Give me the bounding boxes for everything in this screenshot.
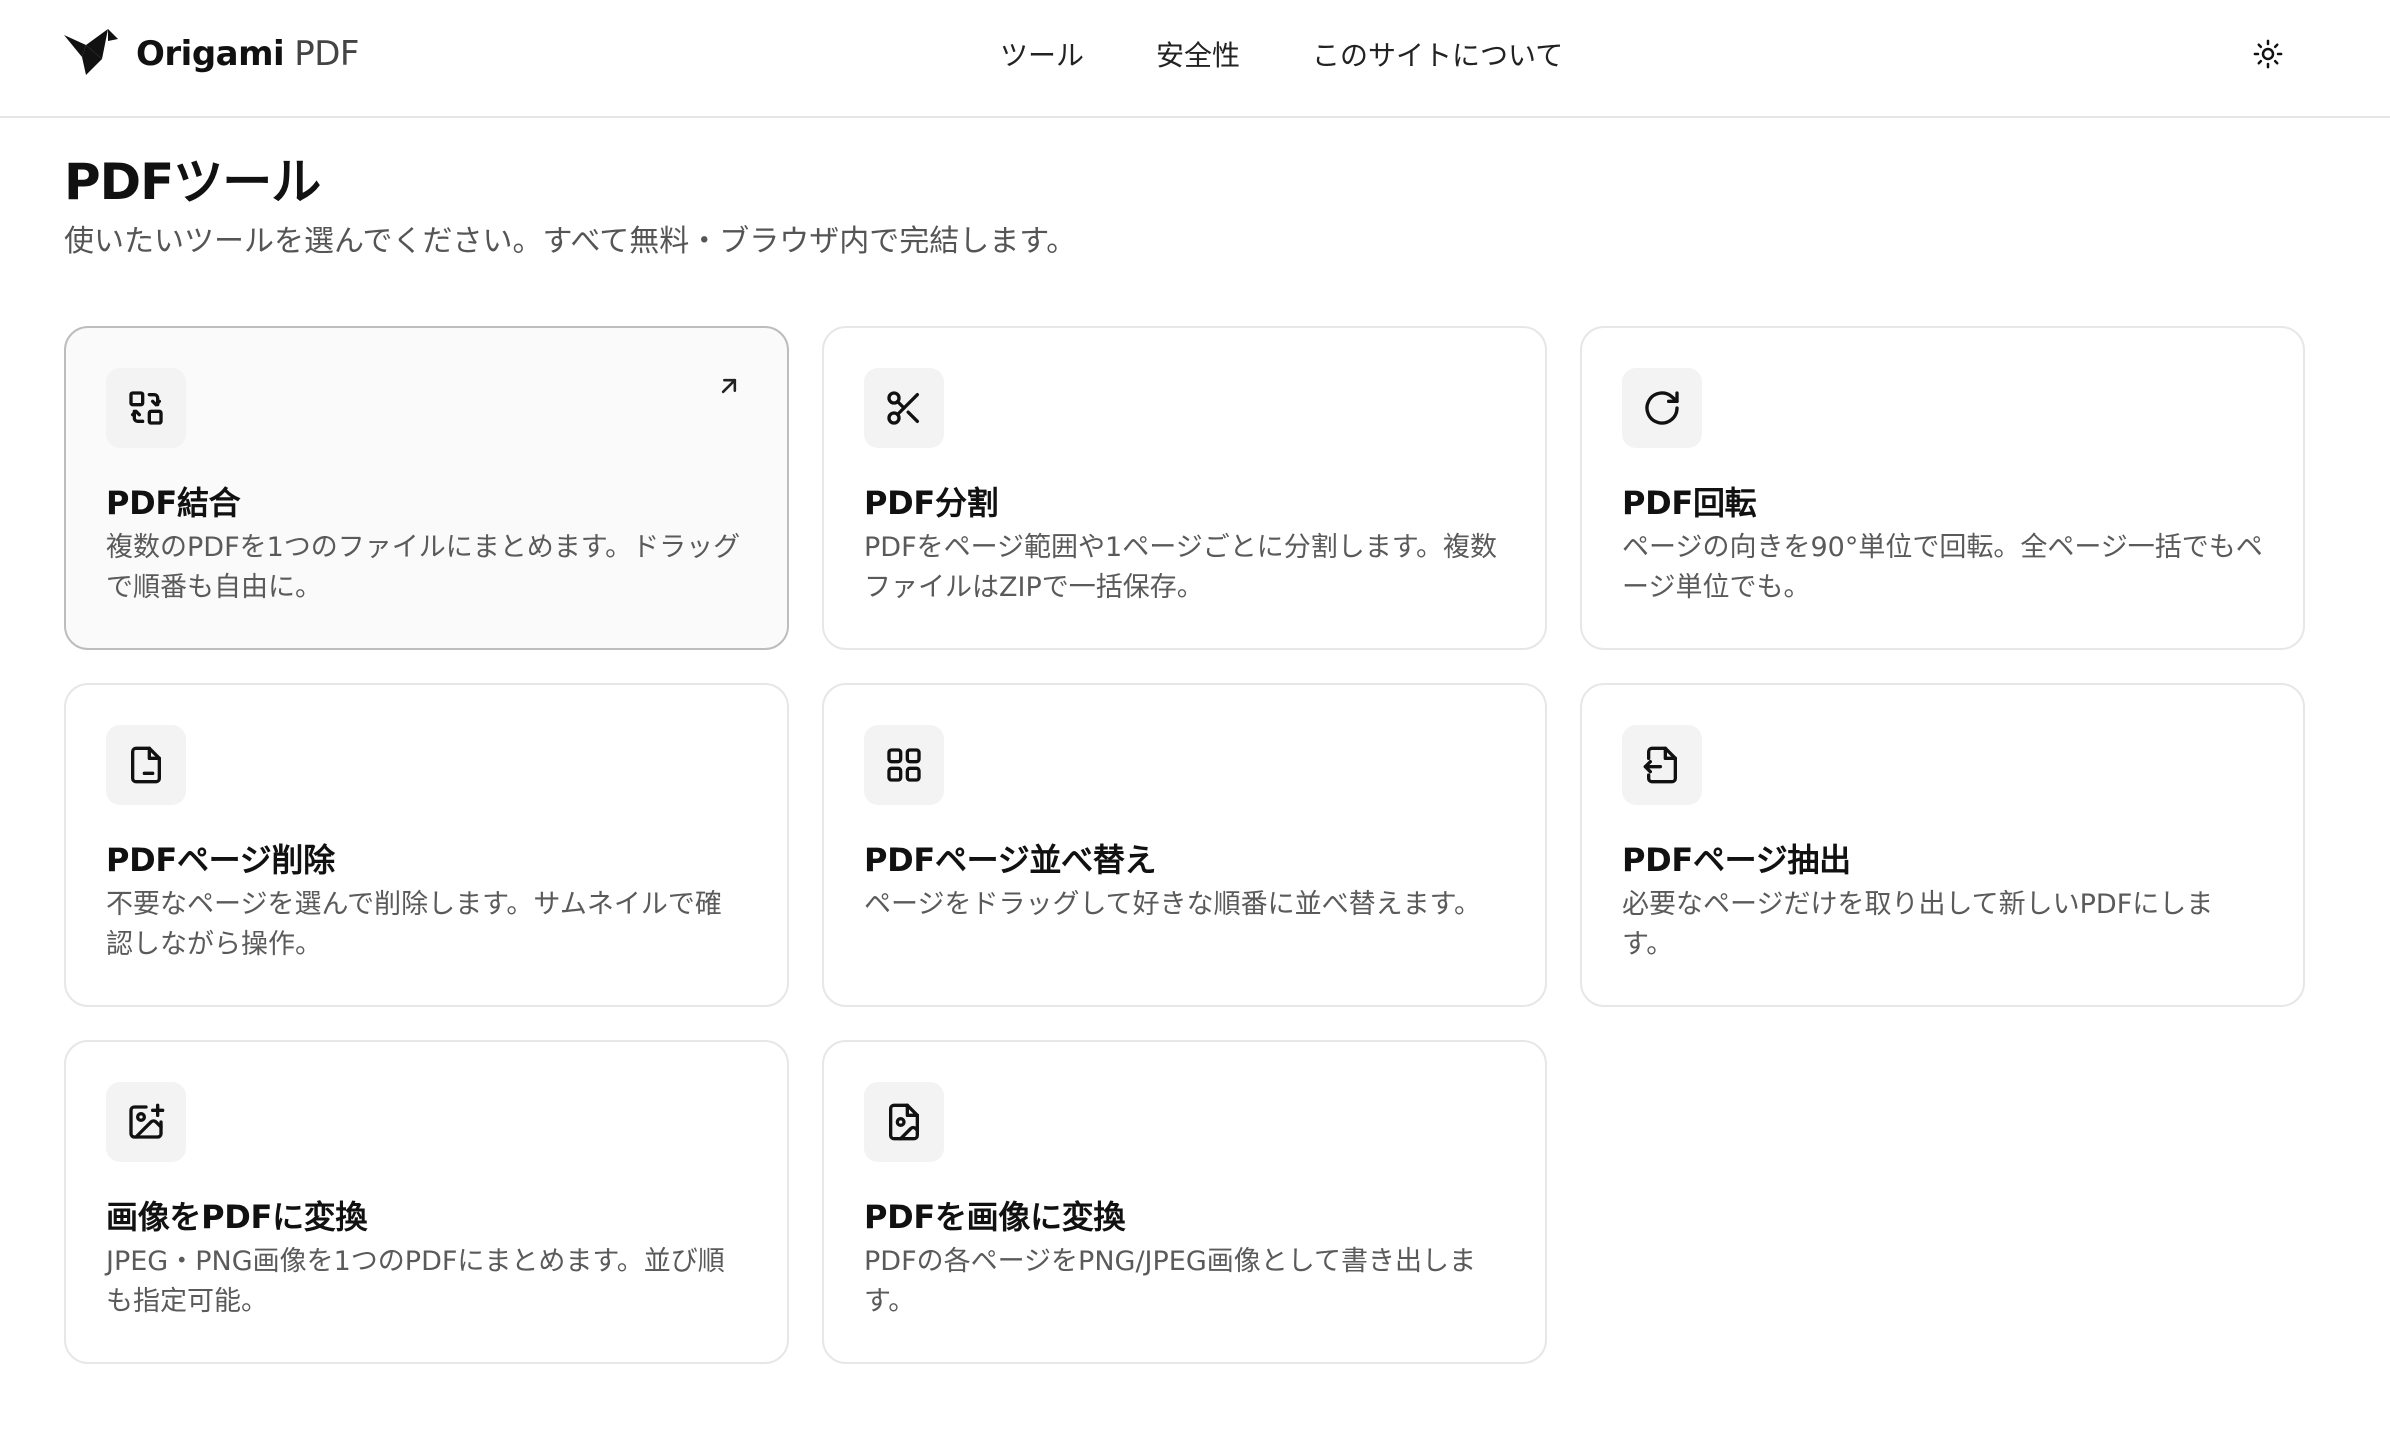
card-icon-box: [1622, 725, 1702, 805]
nav-link-tools[interactable]: ツール: [1000, 34, 1084, 74]
tool-card-extract-pages[interactable]: PDFページ抽出 必要なページだけを取り出して新しいPDFにします。: [1580, 683, 2305, 1007]
brand-name: Origami: [136, 34, 285, 74]
tool-card-split[interactable]: PDF分割 PDFをページ範囲や1ページごとに分割します。複数ファイルはZIPで…: [822, 326, 1547, 650]
tool-card-pdf-to-image[interactable]: PDFを画像に変換 PDFの各ページをPNG/JPEG画像として書き出します。: [822, 1040, 1547, 1364]
image-plus-icon: [129, 1103, 165, 1139]
card-description: ページの向きを90°単位で回転。全ページ一括でもページ単位でも。: [1622, 532, 2263, 603]
scissors-icon: [887, 391, 919, 425]
card-title: PDFページ削除: [106, 841, 335, 879]
card-title: PDFページ抽出: [1622, 841, 1851, 879]
page-title: PDFツール: [64, 153, 321, 211]
card-icon-box: [106, 1082, 186, 1162]
arrow-up-right-icon: [721, 378, 737, 394]
tool-grid: PDF結合 複数のPDFを1つのファイルにまとめます。ドラッグで順番も自由に。 …: [64, 326, 2305, 1364]
main-nav: ツール 安全性 このサイトについて: [1000, 0, 1563, 108]
site-header: Origami PDF ツール 安全性 このサイトについて: [0, 0, 2390, 118]
nav-link-security[interactable]: 安全性: [1156, 34, 1240, 74]
sun-icon: [2253, 39, 2283, 69]
file-minus-icon: [131, 746, 161, 784]
page-subtitle: 使いたいツールを選んでください。すべて無料・ブラウザ内で完結します。: [64, 224, 1077, 259]
file-export-icon: [1643, 746, 1677, 784]
card-title: PDF結合: [106, 484, 241, 522]
card-icon-box: [1622, 368, 1702, 448]
rotate-icon: [1645, 391, 1679, 425]
tool-card-rotate[interactable]: PDF回転 ページの向きを90°単位で回転。全ページ一括でもページ単位でも。: [1580, 326, 2305, 650]
card-title: PDFページ並べ替え: [864, 841, 1157, 879]
merge-icon: [129, 391, 163, 425]
card-description: JPEG・PNG画像を1つのPDFにまとめます。並び順も指定可能。: [106, 1246, 725, 1317]
tool-card-reorder-pages[interactable]: PDFページ並べ替え ページをドラッグして好きな順番に並べ替えます。: [822, 683, 1547, 1007]
card-description: 不要なページを選んで削除します。サムネイルで確認しながら操作。: [106, 889, 722, 960]
tool-card-merge[interactable]: PDF結合 複数のPDFを1つのファイルにまとめます。ドラッグで順番も自由に。: [64, 326, 789, 650]
card-description: PDFをページ範囲や1ページごとに分割します。複数ファイルはZIPで一括保存。: [864, 532, 1497, 603]
card-title: PDF回転: [1622, 484, 1757, 522]
card-icon-box: [864, 725, 944, 805]
brand-sub: PDF: [294, 34, 359, 74]
card-icon-box: [106, 725, 186, 805]
card-title: 画像をPDFに変換: [106, 1198, 368, 1236]
card-description: 必要なページだけを取り出して新しいPDFにします。: [1622, 889, 2214, 960]
card-icon-box: [864, 1082, 944, 1162]
origami-crane-icon: [64, 29, 118, 75]
card-description: PDFの各ページをPNG/JPEG画像として書き出します。: [864, 1246, 1476, 1317]
card-icon-box: [864, 368, 944, 448]
tool-card-delete-pages[interactable]: PDFページ削除 不要なページを選んで削除します。サムネイルで確認しながら操作。: [64, 683, 789, 1007]
card-description: 複数のPDFを1つのファイルにまとめます。ドラッグで順番も自由に。: [106, 532, 741, 603]
grid-icon: [887, 748, 921, 782]
card-title: PDFを画像に変換: [864, 1198, 1126, 1236]
theme-toggle-button[interactable]: [2244, 30, 2292, 78]
tool-card-image-to-pdf[interactable]: 画像をPDFに変換 JPEG・PNG画像を1つのPDFにまとめます。並び順も指定…: [64, 1040, 789, 1364]
card-icon-box: [106, 368, 186, 448]
card-title: PDF分割: [864, 484, 999, 522]
card-description: ページをドラッグして好きな順番に並べ替えます。: [864, 889, 1481, 920]
nav-link-about[interactable]: このサイトについて: [1312, 34, 1563, 74]
file-image-icon: [889, 1103, 919, 1141]
brand-logo-link[interactable]: Origami PDF: [64, 26, 359, 82]
